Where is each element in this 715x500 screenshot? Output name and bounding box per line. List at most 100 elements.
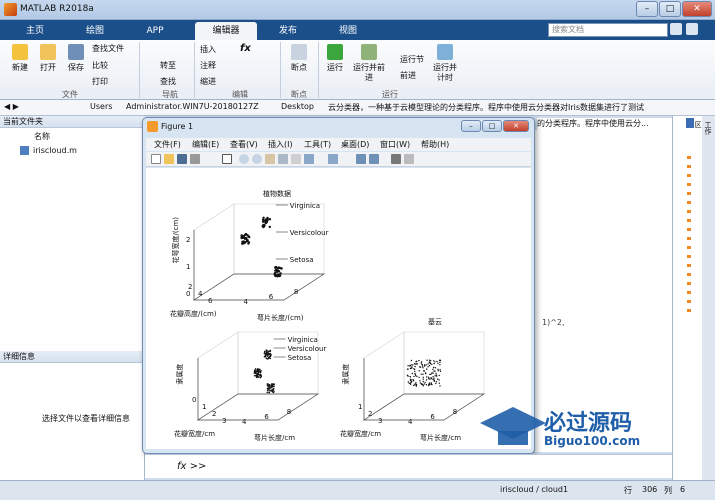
new-figure-icon[interactable] (151, 154, 161, 164)
fx-button[interactable]: fx (240, 43, 251, 54)
run-advance-button[interactable]: 运行并前进 (352, 44, 386, 83)
figure-maximize-button[interactable]: □ (482, 120, 502, 132)
indent-button[interactable]: 缩进 (200, 76, 216, 87)
menu-insert[interactable]: 插入(I) (268, 139, 293, 150)
link-icon[interactable] (328, 154, 338, 164)
data-point (269, 357, 272, 360)
name-column-header[interactable]: 名称 (34, 131, 50, 142)
menu-tools[interactable]: 工具(T) (304, 139, 331, 150)
menu-edit[interactable]: 编辑(E) (192, 139, 219, 150)
comment-label: 注释 (200, 61, 216, 70)
menu-help[interactable]: 帮助(H) (421, 139, 449, 150)
show-tools-icon[interactable] (404, 154, 414, 164)
save-icon[interactable] (177, 154, 187, 164)
colorbar-icon[interactable] (356, 154, 366, 164)
tab-editor[interactable]: 编辑器 (195, 22, 257, 40)
goto-button[interactable]: 转至 (160, 60, 176, 71)
data-point (272, 391, 274, 393)
menu-file[interactable]: 文件(F) (154, 139, 181, 150)
back-icon[interactable]: ◀ ▶ (4, 102, 19, 111)
z-axis-label: 花萼宽度/(cm) (171, 217, 180, 264)
data-point (422, 367, 424, 369)
data-point (241, 240, 244, 243)
x-tick-label: 4 (244, 298, 249, 306)
data-cursor-icon[interactable] (291, 154, 301, 164)
menu-window[interactable]: 窗口(W) (380, 139, 410, 150)
print-icon[interactable] (190, 154, 200, 164)
zoom-out-icon[interactable] (252, 154, 262, 164)
tab-plots[interactable]: 绘图 (75, 22, 115, 40)
hide-tools-icon[interactable] (391, 154, 401, 164)
search-documentation-input[interactable]: 搜索文档 (548, 23, 668, 37)
data-point (420, 361, 423, 363)
legend-icon[interactable] (369, 154, 379, 164)
notification-icon[interactable] (686, 23, 698, 35)
col-label: 列 (664, 486, 672, 495)
tab-view[interactable]: 视图 (328, 22, 368, 40)
comment-button[interactable]: 注释 (200, 60, 216, 71)
menu-view[interactable]: 查看(V) (230, 139, 258, 150)
find-files-button[interactable]: 查找文件 (92, 43, 124, 54)
path-part[interactable]: 云分类器，一种基于云模型理论的分类程序。程序中使用云分类器对Iris数据集进行了… (328, 102, 644, 113)
advance-button[interactable]: 前进 (400, 70, 416, 81)
data-point (409, 375, 411, 378)
data-point (270, 390, 272, 392)
pan-icon[interactable] (265, 154, 275, 164)
find-button[interactable]: 查找 (160, 76, 176, 87)
open-icon[interactable] (164, 154, 174, 164)
tab-publish[interactable]: 发布 (268, 22, 308, 40)
tab-apps[interactable]: APP (135, 22, 175, 40)
workspace-tab[interactable]: 工作区 (694, 121, 713, 135)
minimize-button[interactable]: – (636, 1, 658, 17)
new-button[interactable]: 新建 (6, 44, 34, 73)
file-item[interactable]: iriscloud.m (33, 146, 77, 155)
path-part[interactable]: Administrator.WIN7U-20180127Z (126, 102, 259, 111)
data-point (415, 382, 417, 384)
data-point (267, 384, 269, 386)
current-folder-bar[interactable]: ◀ ▶ Users Administrator.WIN7U-20180127Z … (0, 100, 715, 116)
data-point (269, 355, 271, 358)
maximize-button[interactable]: □ (659, 1, 681, 17)
data-point (434, 361, 436, 363)
vertical-scrollbar[interactable]: 工作区 (694, 116, 715, 480)
print-label: 打印 (92, 77, 108, 86)
figure-close-button[interactable]: ✕ (503, 120, 529, 132)
compare-button[interactable]: 比较 (92, 60, 108, 71)
open-button[interactable]: 打开 (34, 44, 62, 73)
annotation-label: Virginica (290, 202, 320, 210)
x-tick-label: 6 (269, 293, 274, 301)
path-part[interactable]: Users (90, 102, 112, 111)
pointer-icon[interactable] (222, 154, 232, 164)
close-button[interactable]: ✕ (682, 1, 712, 17)
data-point (259, 371, 262, 374)
folder-icon (40, 44, 56, 60)
brush-icon[interactable] (304, 154, 314, 164)
zoom-in-icon[interactable] (239, 154, 249, 164)
data-point (436, 375, 438, 377)
search-icon[interactable] (670, 23, 682, 35)
data-point (245, 237, 248, 240)
path-part[interactable]: Desktop (281, 102, 314, 111)
data-point (266, 391, 268, 394)
data-point (257, 373, 260, 375)
run-button[interactable]: 运行 (323, 44, 347, 73)
data-point (412, 384, 415, 387)
figure-minimize-button[interactable]: – (461, 120, 481, 132)
run-section-button[interactable]: 运行节 (400, 54, 424, 65)
menu-desktop[interactable]: 桌面(D) (341, 139, 369, 150)
run-time-button[interactable]: 运行并计时 (430, 44, 460, 83)
insert-button[interactable]: 插入 (200, 44, 216, 55)
chart-title: 植物数据 (263, 189, 291, 198)
rotate-icon[interactable] (278, 154, 288, 164)
new-icon (12, 44, 28, 60)
data-point (264, 355, 266, 358)
tab-home[interactable]: 主页 (15, 22, 55, 40)
data-point (437, 368, 439, 370)
breakpoints-button[interactable]: 断点 (286, 44, 312, 73)
col-value: 6 (680, 485, 686, 494)
save-button[interactable]: 保存 (62, 44, 90, 73)
data-point (421, 365, 424, 367)
print-button[interactable]: 打印 (92, 76, 108, 87)
data-point (406, 374, 409, 376)
data-point (269, 353, 271, 355)
